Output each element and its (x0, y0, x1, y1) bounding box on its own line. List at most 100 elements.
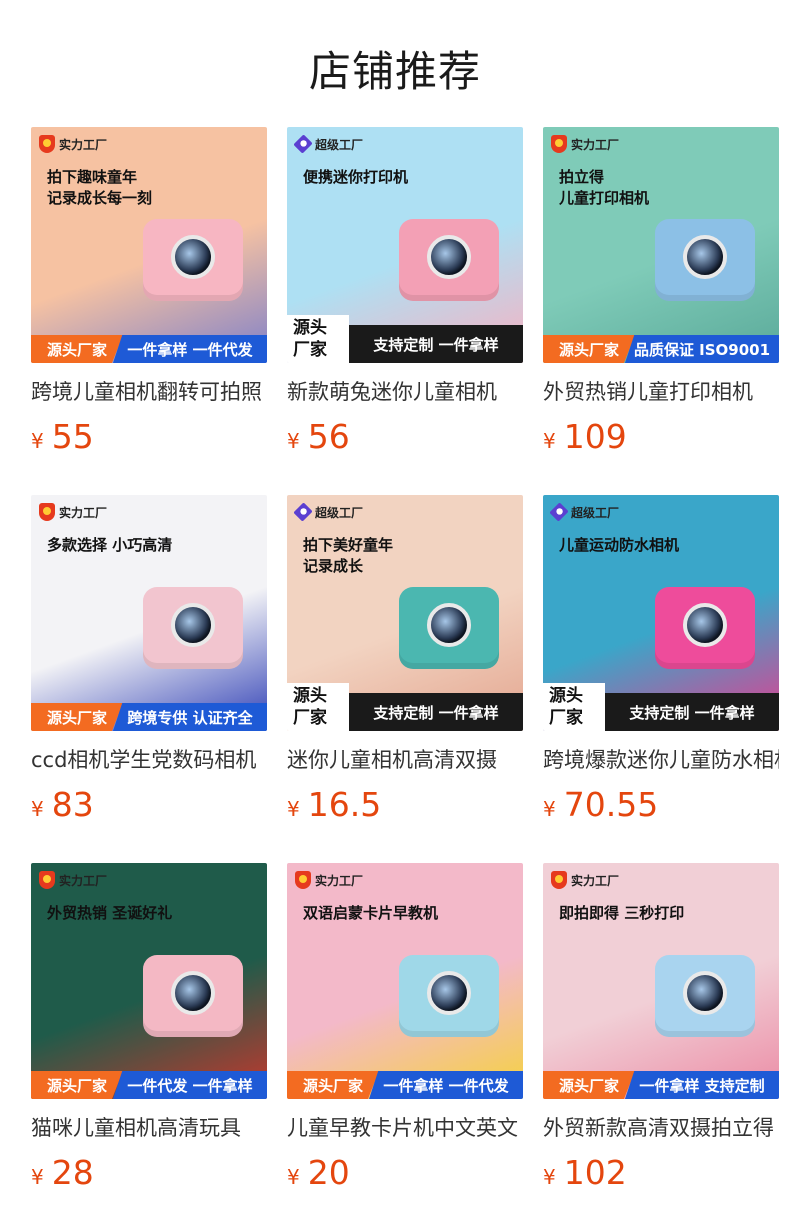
price-value: 20 (307, 1153, 350, 1192)
promo-strip-left: 源头 厂家 (543, 683, 605, 731)
camera-lens (427, 235, 471, 279)
shield-icon (39, 503, 55, 521)
product-title[interactable]: 新款萌兔迷你儿童相机 (287, 377, 523, 407)
promo-strip-right: 支持定制 一件拿样 (349, 325, 523, 363)
product-price: ¥ 20 (287, 1153, 523, 1192)
price-value: 70.55 (563, 785, 659, 824)
brand-label: 实力工厂 (59, 873, 108, 888)
price-value: 55 (51, 417, 94, 456)
product-card[interactable]: 超级工厂 拍下美好童年 记录成长 源头 厂家 支持定制 一件拿样 迷你儿童相机高… (287, 495, 523, 863)
product-card[interactable]: 实力工厂 即拍即得 三秒打印 源头厂家 一件拿样 支持定制 外贸新款高清双摄拍立… (543, 863, 779, 1231)
image-headline: 便携迷你打印机 (303, 168, 409, 186)
promo-strip-right: 一件代发 一件拿样 (113, 1071, 267, 1099)
currency-symbol: ¥ (31, 429, 44, 453)
brand-badge: 实力工厂 (39, 871, 107, 889)
camera-lens (427, 971, 471, 1015)
product-title[interactable]: 外贸热销儿童打印相机 (543, 377, 779, 407)
brand-label: 超级工厂 (571, 505, 620, 520)
product-title[interactable]: 儿童早教卡片机中文英文 (287, 1113, 523, 1143)
promo-strip: 源头 厂家 支持定制 一件拿样 (287, 315, 523, 363)
image-headline: 儿童运动防水相机 (559, 536, 680, 554)
brand-badge: 实力工厂 (551, 871, 619, 889)
currency-symbol: ¥ (287, 797, 300, 821)
image-headline: 外贸热销 圣诞好礼 (47, 904, 173, 922)
camera-lens (683, 603, 727, 647)
promo-strip-right: 一件拿样 一件代发 (113, 335, 267, 363)
promo-strip-left: 源头 厂家 (287, 315, 349, 363)
promo-strip-left: 源头 厂家 (287, 683, 349, 731)
currency-symbol: ¥ (287, 429, 300, 453)
product-image[interactable]: 实力工厂 拍立得 儿童打印相机 源头厂家 品质保证 ISO9001 (543, 127, 779, 363)
product-card[interactable]: 实力工厂 双语启蒙卡片早教机 源头厂家 一件拿样 一件代发 儿童早教卡片机中文英… (287, 863, 523, 1231)
promo-strip: 源头厂家 一件拿样 一件代发 (287, 1071, 523, 1099)
promo-strip-right: 跨境专供 认证齐全 (113, 703, 267, 731)
currency-symbol: ¥ (31, 797, 44, 821)
price-value: 109 (563, 417, 627, 456)
promo-strip-left: 源头厂家 (31, 1071, 123, 1099)
shield-icon (39, 871, 55, 889)
product-card[interactable]: 超级工厂 儿童运动防水相机 源头 厂家 支持定制 一件拿样 跨境爆款迷你儿童防水… (543, 495, 779, 863)
price-value: 102 (563, 1153, 627, 1192)
image-headline: 即拍即得 三秒打印 (559, 904, 685, 922)
promo-strip-right: 支持定制 一件拿样 (349, 693, 523, 731)
product-card[interactable]: 实力工厂 外贸热销 圣诞好礼 源头厂家 一件代发 一件拿样 猫咪儿童相机高清玩具… (31, 863, 267, 1231)
promo-strip: 源头厂家 一件拿样 一件代发 (31, 335, 267, 363)
diamond-icon (293, 134, 313, 154)
brand-label: 实力工厂 (571, 873, 620, 888)
product-price: ¥ 28 (31, 1153, 267, 1192)
image-headline: 双语启蒙卡片早教机 (303, 904, 439, 922)
currency-symbol: ¥ (287, 1165, 300, 1189)
product-price: ¥ 56 (287, 417, 523, 456)
product-price: ¥ 70.55 (543, 785, 779, 824)
product-image[interactable]: 实力工厂 双语启蒙卡片早教机 源头厂家 一件拿样 一件代发 (287, 863, 523, 1099)
price-value: 56 (307, 417, 350, 456)
product-image[interactable]: 超级工厂 儿童运动防水相机 源头 厂家 支持定制 一件拿样 (543, 495, 779, 731)
promo-strip: 源头 厂家 支持定制 一件拿样 (543, 683, 779, 731)
promo-strip: 源头 厂家 支持定制 一件拿样 (287, 683, 523, 731)
currency-symbol: ¥ (543, 1165, 556, 1189)
promo-strip-left: 源头厂家 (543, 1071, 635, 1099)
product-title[interactable]: 外贸新款高清双摄拍立得 (543, 1113, 779, 1143)
product-image[interactable]: 实力工厂 即拍即得 三秒打印 源头厂家 一件拿样 支持定制 (543, 863, 779, 1099)
brand-label: 实力工厂 (59, 505, 108, 520)
currency-symbol: ¥ (543, 429, 556, 453)
brand-badge: 超级工厂 (293, 502, 363, 522)
product-title[interactable]: ccd相机学生党数码相机 (31, 745, 267, 775)
promo-strip-right: 品质保证 ISO9001 (625, 335, 779, 363)
image-headline: 拍立得 儿童打印相机 (559, 168, 650, 207)
product-card[interactable]: 实力工厂 拍立得 儿童打印相机 源头厂家 品质保证 ISO9001 外贸热销儿童… (543, 127, 779, 495)
product-image[interactable]: 实力工厂 外贸热销 圣诞好礼 源头厂家 一件代发 一件拿样 (31, 863, 267, 1099)
brand-badge: 实力工厂 (39, 135, 107, 153)
brand-badge: 实力工厂 (295, 871, 363, 889)
product-image[interactable]: 超级工厂 拍下美好童年 记录成长 源头 厂家 支持定制 一件拿样 (287, 495, 523, 731)
product-title[interactable]: 跨境儿童相机翻转可拍照 (31, 377, 267, 407)
shield-icon (295, 871, 311, 889)
page-title: 店铺推荐 (308, 47, 481, 96)
promo-strip-right: 一件拿样 支持定制 (625, 1071, 779, 1099)
promo-strip-left: 源头厂家 (287, 1071, 379, 1099)
brand-label: 实力工厂 (59, 137, 108, 152)
currency-symbol: ¥ (543, 797, 556, 821)
diamond-icon (293, 502, 313, 522)
promo-strip: 源头厂家 一件拿样 支持定制 (543, 1071, 779, 1099)
product-image[interactable]: 实力工厂 拍下趣味童年 记录成长每一刻 源头厂家 一件拿样 一件代发 (31, 127, 267, 363)
brand-badge: 超级工厂 (549, 502, 620, 522)
product-title[interactable]: 跨境爆款迷你儿童防水相机 (543, 745, 779, 775)
promo-strip: 源头厂家 一件代发 一件拿样 (31, 1071, 267, 1099)
promo-strip: 源头厂家 跨境专供 认证齐全 (31, 703, 267, 731)
product-grid: 实力工厂 拍下趣味童年 记录成长每一刻 源头厂家 一件拿样 一件代发 跨境儿童相… (31, 127, 779, 1231)
brand-label: 实力工厂 (571, 137, 620, 152)
product-image[interactable]: 实力工厂 多款选择 小巧高清 源头厂家 跨境专供 认证齐全 (31, 495, 267, 731)
product-card[interactable]: 实力工厂 拍下趣味童年 记录成长每一刻 源头厂家 一件拿样 一件代发 跨境儿童相… (31, 127, 267, 495)
shield-icon (39, 135, 55, 153)
product-title[interactable]: 猫咪儿童相机高清玩具 (31, 1113, 267, 1143)
camera-lens (683, 971, 727, 1015)
shield-icon (551, 135, 567, 153)
product-price: ¥ 55 (31, 417, 267, 456)
image-headline: 多款选择 小巧高清 (47, 536, 173, 554)
product-image[interactable]: 超级工厂 便携迷你打印机 源头 厂家 支持定制 一件拿样 (287, 127, 523, 363)
currency-symbol: ¥ (31, 1165, 44, 1189)
product-title[interactable]: 迷你儿童相机高清双摄 (287, 745, 523, 775)
product-card[interactable]: 超级工厂 便携迷你打印机 源头 厂家 支持定制 一件拿样 新款萌兔迷你儿童相机 … (287, 127, 523, 495)
product-card[interactable]: 实力工厂 多款选择 小巧高清 源头厂家 跨境专供 认证齐全 ccd相机学生党数码… (31, 495, 267, 863)
